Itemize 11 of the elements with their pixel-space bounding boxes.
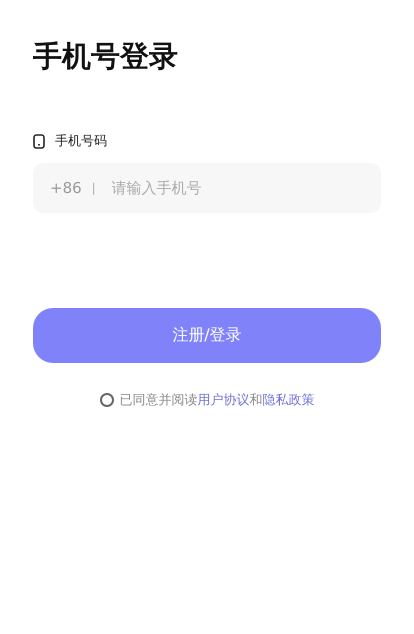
phone-input-field[interactable]: +86 | 请输入手机号 (33, 163, 381, 213)
separator: | (92, 181, 96, 195)
country-code[interactable]: +86 (50, 179, 82, 197)
agree-radio[interactable] (100, 393, 114, 407)
register-login-button[interactable]: 注册/登录 (33, 308, 381, 363)
phone-icon (33, 134, 45, 148)
agreement-link[interactable]: 隐私政策 (262, 393, 314, 408)
agreement-text: 已同意并阅读用户协议和隐私政策 (120, 392, 314, 409)
page-title: 手机号登录 (33, 38, 179, 75)
agreement-link[interactable]: 用户协议 (198, 393, 250, 408)
field-label: 手机号码 (55, 133, 107, 150)
